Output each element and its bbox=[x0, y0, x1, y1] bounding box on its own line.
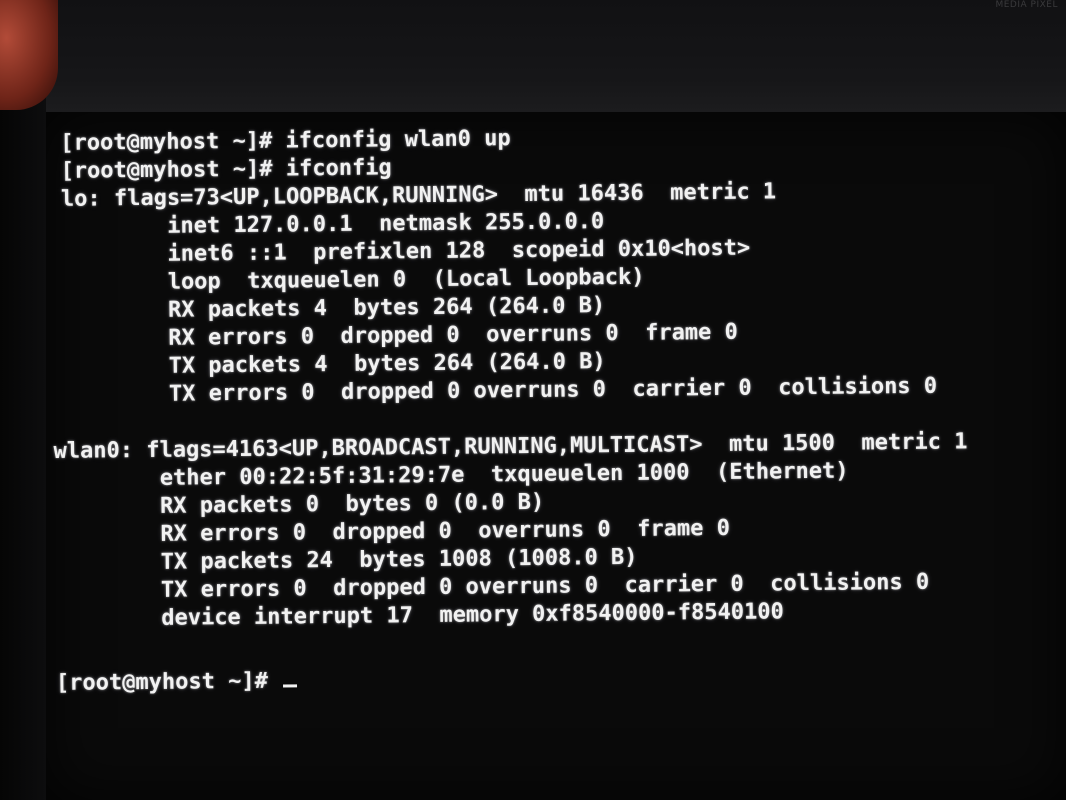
terminal-prompt-line[interactable]: [root@myhost ~]# bbox=[55, 667, 298, 698]
red-object-corner bbox=[0, 0, 58, 110]
text-cursor bbox=[283, 684, 298, 688]
monitor-bezel-top: MEDIA PIXEL bbox=[0, 0, 1066, 112]
terminal-console[interactable]: [root@myhost ~]# ifconfig wlan0 up [root… bbox=[46, 101, 1066, 800]
monitor-screen: [root@myhost ~]# ifconfig wlan0 up [root… bbox=[46, 112, 1066, 800]
terminal-line: RX errors 0 dropped 0 overruns 0 frame 0 bbox=[62, 319, 738, 352]
photo-frame: MEDIA PIXEL [root@myhost ~]# ifconfig wl… bbox=[0, 0, 1066, 800]
bezel-brand-label: MEDIA PIXEL bbox=[995, 0, 1058, 10]
terminal-prompt: [root@myhost ~]# bbox=[55, 668, 282, 696]
terminal-line: [root@myhost ~]# ifconfig wlan0 up bbox=[60, 126, 511, 156]
monitor-bezel-left bbox=[0, 0, 46, 800]
terminal-line: inet6 ::1 prefixlen 128 scopeid 0x10<hos… bbox=[61, 235, 751, 268]
terminal-line: [root@myhost ~]# ifconfig bbox=[60, 155, 392, 184]
